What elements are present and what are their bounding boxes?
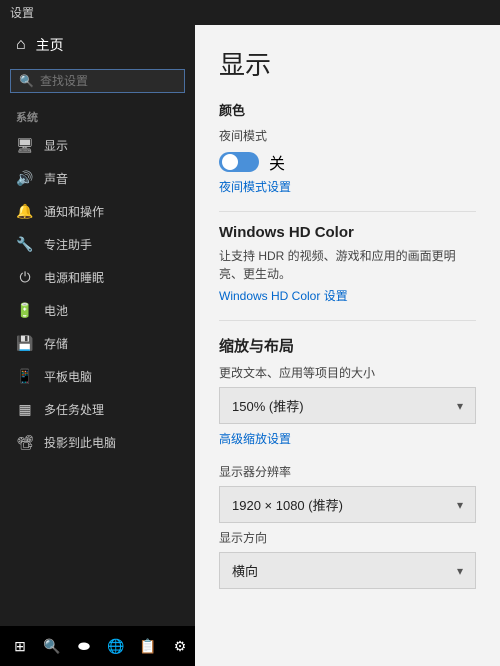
search-input[interactable] bbox=[40, 74, 176, 88]
resolution-label: 显示器分辨率 bbox=[219, 463, 476, 480]
focus-label: 专注助手 bbox=[44, 236, 92, 253]
search-box[interactable]: 🔍 bbox=[10, 69, 185, 93]
main-layout: ⌂ 主页 🔍 系统 🖥 显示 🔊 声音 🔔 通知和操作 🔧 专注助手 ⏻ 电源和… bbox=[0, 25, 500, 666]
resolution-value: 1920 × 1080 (推荐) bbox=[232, 495, 343, 514]
search-icon: 🔍 bbox=[19, 74, 34, 88]
home-label: 主页 bbox=[36, 35, 64, 55]
sound-label: 声音 bbox=[44, 170, 68, 187]
color-section-label: 颜色 bbox=[219, 100, 476, 119]
taskbar-search-icon[interactable]: 🔍 bbox=[40, 634, 64, 658]
system-section-label: 系统 bbox=[0, 103, 195, 129]
divider-2 bbox=[219, 320, 476, 321]
night-mode-state: 关 bbox=[269, 150, 285, 174]
home-icon: ⌂ bbox=[16, 36, 26, 54]
taskview-icon[interactable]: ⬬ bbox=[72, 634, 96, 658]
tablet-icon: 📱 bbox=[16, 368, 34, 385]
sound-icon: 🔊 bbox=[16, 170, 34, 187]
project-label: 投影到此电脑 bbox=[44, 434, 116, 451]
taskbar-icons: ⊞ 🔍 ⬬ 🌐 📋 ⚙ bbox=[8, 634, 192, 658]
top-bar: 设置 bbox=[0, 0, 500, 25]
scale-section-label: 缩放与布局 bbox=[219, 335, 476, 356]
scale-dropdown-arrow: ▾ bbox=[457, 399, 463, 413]
night-mode-row: 关 bbox=[219, 150, 476, 174]
store-icon[interactable]: 📋 bbox=[136, 634, 160, 658]
scale-value: 150% (推荐) bbox=[232, 396, 304, 415]
edge-icon[interactable]: 🌐 bbox=[104, 634, 128, 658]
project-icon: 📽 bbox=[16, 434, 34, 451]
sidebar-item-multitask[interactable]: ▦ 多任务处理 bbox=[0, 393, 195, 426]
sidebar-item-project[interactable]: 📽 投影到此电脑 bbox=[0, 426, 195, 459]
battery-icon: 🔋 bbox=[16, 302, 34, 319]
scale-dropdown[interactable]: 150% (推荐) ▾ bbox=[219, 387, 476, 424]
sidebar-item-storage[interactable]: 💾 存储 bbox=[0, 327, 195, 360]
toggle-knob bbox=[222, 154, 238, 170]
orientation-dropdown[interactable]: 横向 ▾ bbox=[219, 552, 476, 589]
sidebar-item-battery[interactable]: 🔋 电池 bbox=[0, 294, 195, 327]
settings-icon[interactable]: ⚙ bbox=[168, 634, 192, 658]
page-title: 显示 bbox=[219, 45, 476, 82]
focus-icon: 🔧 bbox=[16, 236, 34, 253]
sidebar-home[interactable]: ⌂ 主页 bbox=[0, 25, 195, 65]
tablet-label: 平板电脑 bbox=[44, 368, 92, 385]
sidebar-item-power[interactable]: ⏻ 电源和睡眠 bbox=[0, 261, 195, 294]
content-area: 显示 颜色 夜间模式 关 夜间模式设置 Windows HD Color 让支持… bbox=[195, 25, 500, 666]
taskbar: ⊞ 🔍 ⬬ 🌐 📋 ⚙ bbox=[0, 626, 195, 666]
night-mode-settings-link[interactable]: 夜间模式设置 bbox=[219, 178, 476, 195]
power-label: 电源和睡眠 bbox=[44, 269, 104, 286]
storage-icon: 💾 bbox=[16, 335, 34, 352]
orientation-dropdown-arrow: ▾ bbox=[457, 564, 463, 578]
night-mode-label: 夜间模式 bbox=[219, 127, 476, 144]
storage-label: 存储 bbox=[44, 335, 68, 352]
night-mode-toggle[interactable] bbox=[219, 152, 259, 172]
orientation-label: 显示方向 bbox=[219, 529, 476, 546]
resolution-dropdown[interactable]: 1920 × 1080 (推荐) ▾ bbox=[219, 486, 476, 523]
battery-label: 电池 bbox=[44, 302, 68, 319]
sidebar-item-tablet[interactable]: 📱 平板电脑 bbox=[0, 360, 195, 393]
sidebar-item-notifications[interactable]: 🔔 通知和操作 bbox=[0, 195, 195, 228]
advanced-scale-link[interactable]: 高级缩放设置 bbox=[219, 430, 476, 447]
display-label: 显示 bbox=[44, 137, 68, 154]
divider-1 bbox=[219, 211, 476, 212]
hdr-title: Windows HD Color bbox=[219, 224, 476, 241]
power-icon: ⏻ bbox=[16, 269, 34, 286]
start-icon[interactable]: ⊞ bbox=[8, 634, 32, 658]
notifications-icon: 🔔 bbox=[16, 203, 34, 220]
sidebar-item-sound[interactable]: 🔊 声音 bbox=[0, 162, 195, 195]
notifications-label: 通知和操作 bbox=[44, 203, 104, 220]
sidebar-item-focus[interactable]: 🔧 专注助手 bbox=[0, 228, 195, 261]
hdr-description: 让支持 HDR 的视频、游戏和应用的画面更明亮、更生动。 bbox=[219, 247, 476, 283]
sidebar: ⌂ 主页 🔍 系统 🖥 显示 🔊 声音 🔔 通知和操作 🔧 专注助手 ⏻ 电源和… bbox=[0, 25, 195, 666]
display-icon: 🖥 bbox=[16, 137, 34, 154]
hdr-settings-link[interactable]: Windows HD Color 设置 bbox=[219, 287, 476, 304]
scale-label: 更改文本、应用等项目的大小 bbox=[219, 364, 476, 381]
sidebar-item-display[interactable]: 🖥 显示 bbox=[0, 129, 195, 162]
multitask-label: 多任务处理 bbox=[44, 401, 104, 418]
multitask-icon: ▦ bbox=[16, 401, 34, 418]
orientation-value: 横向 bbox=[232, 561, 258, 580]
settings-title: 设置 bbox=[10, 4, 34, 21]
resolution-dropdown-arrow: ▾ bbox=[457, 498, 463, 512]
